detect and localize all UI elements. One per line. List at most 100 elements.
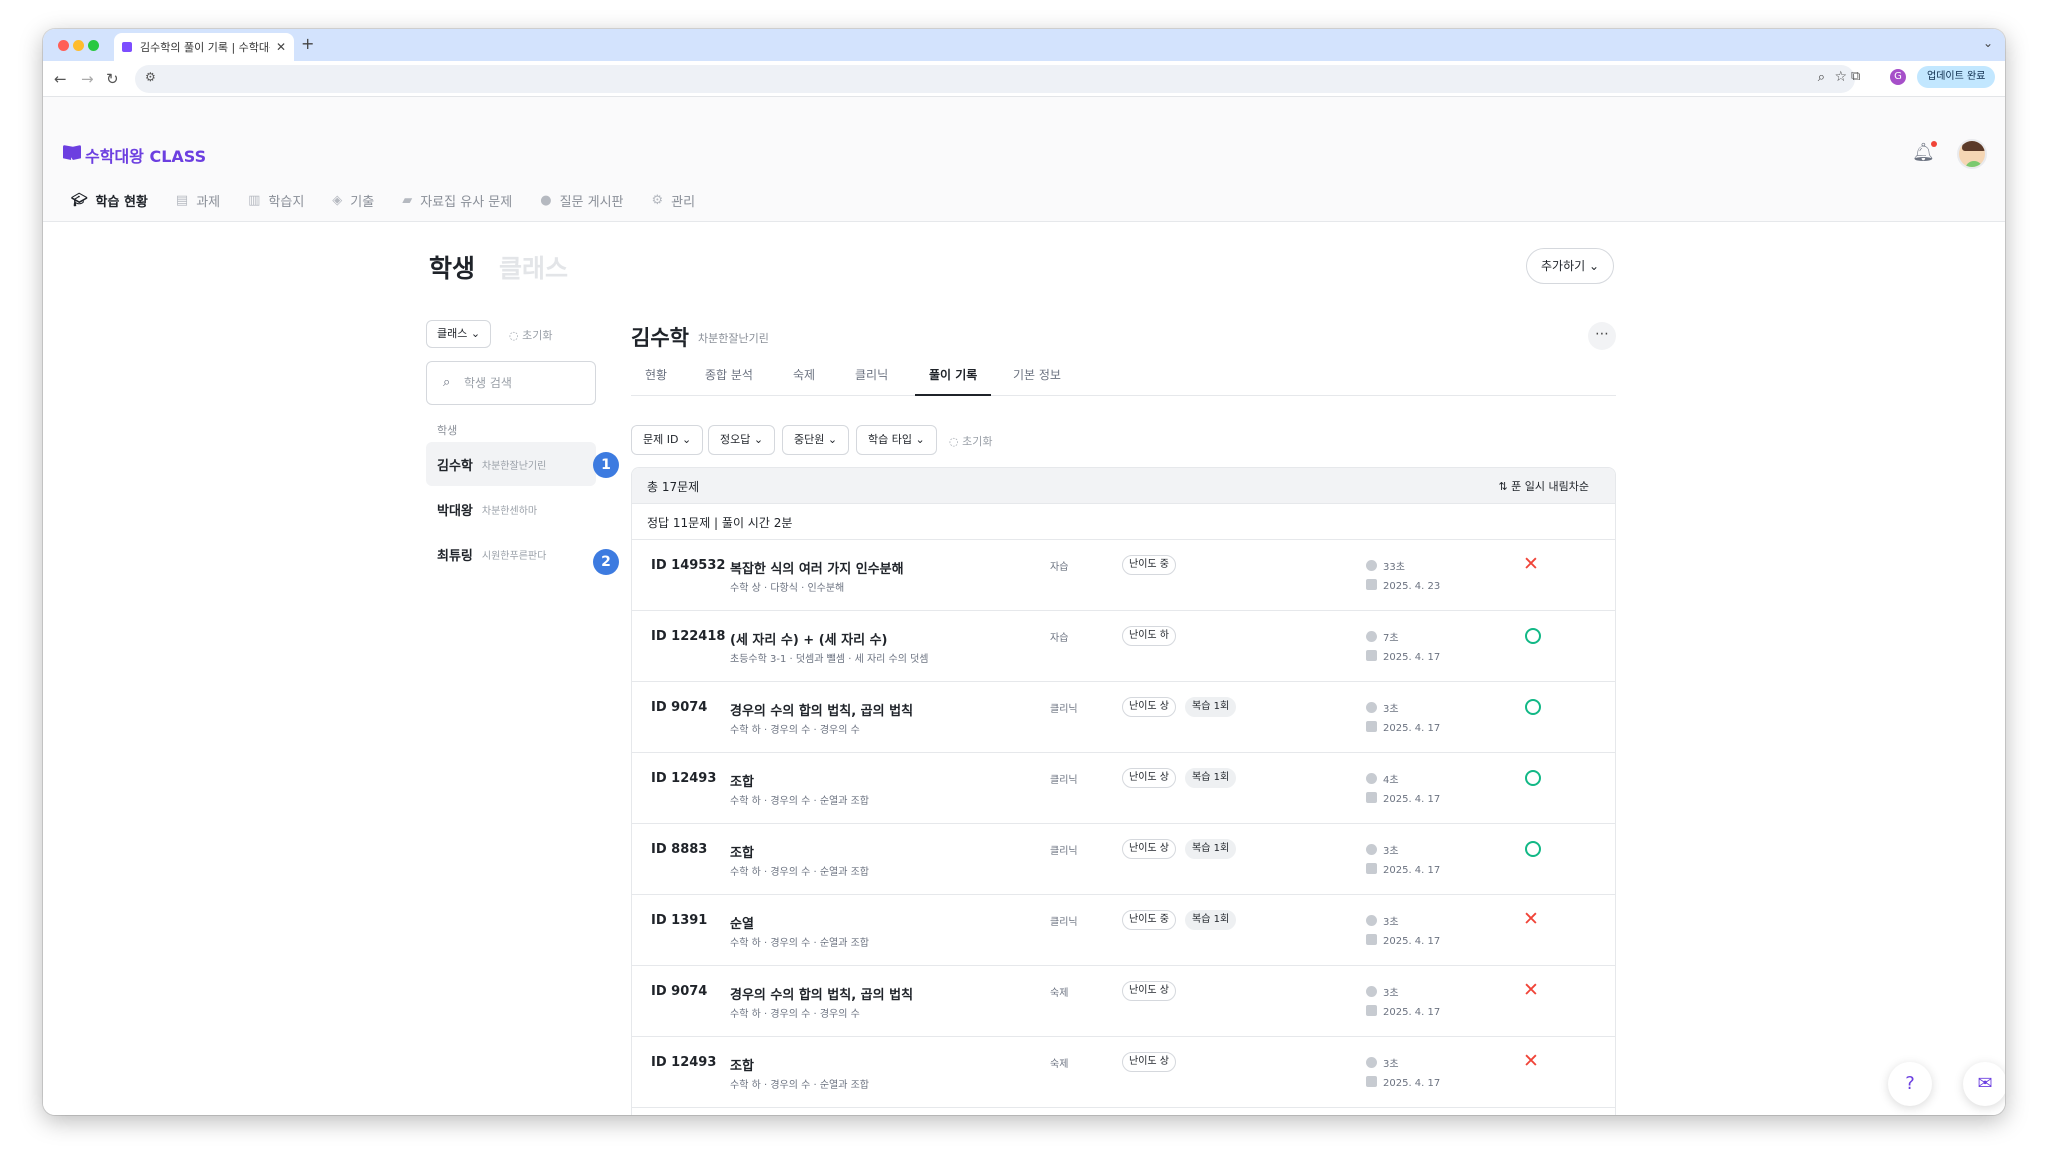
solve-time: 3초 [1366, 842, 1399, 857]
filter-study-type[interactable]: 학습 타입 ⌄ [856, 425, 937, 455]
help-question-button[interactable]: ? [1888, 1062, 1932, 1106]
extensions-icon[interactable]: ⧉ [1851, 69, 1860, 84]
filter-correctness[interactable]: 정오답 ⌄ [708, 425, 776, 455]
table-row[interactable]: ID 8883 조합 수학 하 · 경우의 수 · 순열과 조합 클리닉 난이도 상 복습… [632, 824, 1615, 895]
student-item-kim[interactable]: 김수학 차분한잘난기린 [426, 442, 596, 486]
table-row[interactable]: ID 122418 (세 자리 수) + (세 자리 수) 초등수학 3-1 · 덧… [632, 611, 1615, 682]
main-content: 학생 클래스 추가하기 ⌄ 클래스 ⌄ ◌ 초기화 ⌕ 학생 김수학 차분한잘난… [43, 222, 2005, 1115]
tab-clinic[interactable]: 클리닉 [841, 366, 902, 396]
class-select[interactable]: 클래스 ⌄ [426, 320, 492, 348]
reload-icon[interactable]: ↻ [106, 70, 119, 88]
student-name: 최튜링 [437, 548, 473, 564]
tab-homework[interactable]: 숙제 [779, 366, 829, 396]
close-tab-icon[interactable]: ✕ [276, 40, 286, 54]
class-select-label: 클래스 [437, 327, 468, 340]
nav-item-similar-problems[interactable]: ▰ 자료집 유사 문제 [402, 191, 512, 210]
address-bar[interactable]: ⚙ ⌕ ☆ [135, 65, 1855, 93]
update-button[interactable]: 업데이트 완료 [1917, 66, 1996, 88]
nav-item-question-board[interactable]: ● 질문 게시판 [540, 191, 623, 210]
student-item-choi[interactable]: 최튜링 시원한푸른판다 [426, 532, 596, 576]
student-item-park[interactable]: 박대왕 차분한센하마 [426, 487, 596, 531]
brand-logo[interactable]: 수학대왕 CLASS [85, 143, 206, 167]
solve-time: 33초 [1366, 558, 1405, 573]
summary-row: 정답 11문제 | 풀이 시간 2분 [632, 504, 1615, 540]
forward-arrow-icon[interactable]: → [81, 70, 94, 88]
tab-classes[interactable]: 클래스 [499, 249, 568, 285]
browser-tab[interactable]: 김수학의 풀이 기록 | 수학대왕 CLASS ✕ [114, 33, 294, 61]
solve-date: 2025. 4. 17 [1366, 1076, 1440, 1089]
zoom-icon[interactable]: ⌕ [1818, 70, 1825, 85]
problem-id: ID 12493 [651, 771, 717, 786]
table-row[interactable]: ID 12493 조합 수학 하 · 경우의 수 · 순열과 조합 숙제 난이도 상 3초… [632, 1037, 1615, 1108]
table-row[interactable]: ID 9074 경우의 수의 합의 법칙, 곱의 법칙 수학 하 · 경우의 수 ·… [632, 966, 1615, 1037]
problem-title: 조합 [730, 775, 754, 790]
difficulty-chip: 난이도 중 [1122, 555, 1176, 575]
solve-time: 3초 [1366, 700, 1399, 715]
student-id: 차분한센하마 [481, 505, 538, 517]
study-type: 클리닉 [1050, 917, 1078, 928]
add-button-label: 추가하기 [1541, 259, 1586, 273]
tab-solve-history[interactable]: 풀이 기록 [915, 366, 992, 396]
problem-path: 초등수학 3-1 · 덧셈과 뺄셈 · 세 자리 수의 덧셈 [730, 654, 929, 665]
minimize-window-button[interactable] [73, 40, 84, 51]
sort-button[interactable]: ⇅ 푼 일시 내림차순 [1498, 478, 1589, 494]
table-row[interactable]: ID 8883조합숙제난이도 상2초✕ [632, 1108, 1615, 1115]
bell-icon[interactable]: 🔔︎ [1912, 142, 1935, 164]
bookmark-star-icon[interactable]: ☆ [1834, 69, 1847, 85]
problem-path: 수학 하 · 경우의 수 · 순열과 조합 [730, 867, 870, 878]
add-button[interactable]: 추가하기 ⌄ [1526, 248, 1615, 284]
nav-item-assignments[interactable]: ▤ 과제 [176, 191, 220, 210]
filter-problem-id[interactable]: 문제 ID ⌄ [631, 425, 704, 455]
correct-circle-icon [1525, 699, 1541, 715]
nav-label: 과제 [196, 195, 221, 210]
calendar-icon [1366, 1076, 1377, 1087]
folder-icon: ▰ [402, 193, 413, 208]
problem-path: 수학 상 · 다항식 · 인수분해 [730, 583, 845, 594]
clock-icon [1366, 915, 1377, 926]
problem-path: 수학 하 · 경우의 수 · 경우의 수 [730, 1009, 860, 1020]
solve-time: 7초 [1366, 629, 1399, 644]
table-row[interactable]: ID 149532 복잡한 식의 여러 가지 인수분해 수학 상 · 다항식 · 인… [632, 540, 1615, 611]
nav-item-worksheets[interactable]: ▥ 학습지 [248, 191, 304, 210]
app-header: 수학대왕 CLASS 🔔︎ 🎓︎ 학습 현황 ▤ 과제 ▥ 학습지 ◈ 기출 ▰ [43, 97, 2005, 222]
tab-students[interactable]: 학생 [429, 249, 475, 285]
wrong-x-icon: ✕ [1523, 1050, 1539, 1072]
nav-item-past-exams[interactable]: ◈ 기출 [332, 191, 374, 210]
gear-icon: ⚙ [651, 193, 664, 208]
maximize-window-button[interactable] [88, 40, 99, 51]
profile-avatar-icon[interactable]: G [1890, 69, 1906, 85]
solve-time-value: 33초 [1383, 562, 1405, 573]
student-search-input[interactable] [464, 370, 584, 396]
new-tab-icon[interactable]: + [301, 34, 314, 53]
clock-icon [1366, 773, 1377, 784]
difficulty-chip: 난이도 상 [1122, 981, 1176, 1001]
tab-analysis[interactable]: 종합 분석 [691, 366, 767, 396]
nav-item-learning-status[interactable]: 🎓︎ 학습 현황 [71, 191, 148, 210]
close-window-button[interactable] [58, 40, 69, 51]
more-options-button[interactable]: ⋯ [1588, 322, 1616, 350]
problem-title: 조합 [730, 1059, 754, 1074]
user-avatar[interactable] [1957, 139, 1987, 169]
filter-unit[interactable]: 중단원 ⌄ [782, 425, 850, 455]
sidebar-reset-button[interactable]: ◌ 초기화 [509, 327, 552, 343]
solve-date: 2025. 4. 17 [1366, 721, 1440, 734]
book-logo-icon [63, 145, 81, 160]
difficulty-chip: 난이도 상 [1122, 1052, 1176, 1072]
nav-label: 관리 [671, 195, 696, 210]
solve-history-table: 총 17문제 ⇅ 푼 일시 내림차순 정답 11문제 | 풀이 시간 2분 ID… [631, 467, 1616, 1115]
table-row[interactable]: ID 1391 순열 수학 하 · 경우의 수 · 순열과 조합 클리닉 난이도 중 복습… [632, 895, 1615, 966]
table-row[interactable]: ID 9074 경우의 수의 합의 법칙, 곱의 법칙 수학 하 · 경우의 수 ·… [632, 682, 1615, 753]
message-button[interactable]: ✉ [1963, 1062, 2005, 1106]
nav-item-admin[interactable]: ⚙ 관리 [652, 191, 696, 210]
tab-overview[interactable]: 현황 [631, 366, 681, 396]
difficulty-chip: 난이도 상 [1122, 768, 1176, 788]
back-arrow-icon[interactable]: ← [54, 70, 67, 88]
solve-time-value: 3초 [1383, 704, 1399, 715]
filter-reset-button[interactable]: ◌ 초기화 [949, 433, 992, 449]
site-settings-icon[interactable]: ⚙ [145, 70, 156, 84]
tab-search-chevron-icon[interactable]: ⌄ [1983, 36, 1993, 50]
tab-basic-info[interactable]: 기본 정보 [999, 366, 1075, 396]
problem-id: ID 9074 [651, 700, 708, 715]
table-row[interactable]: ID 12493 조합 수학 하 · 경우의 수 · 순열과 조합 클리닉 난이도 상 복… [632, 753, 1615, 824]
filter-label: 정오답 [720, 433, 751, 446]
